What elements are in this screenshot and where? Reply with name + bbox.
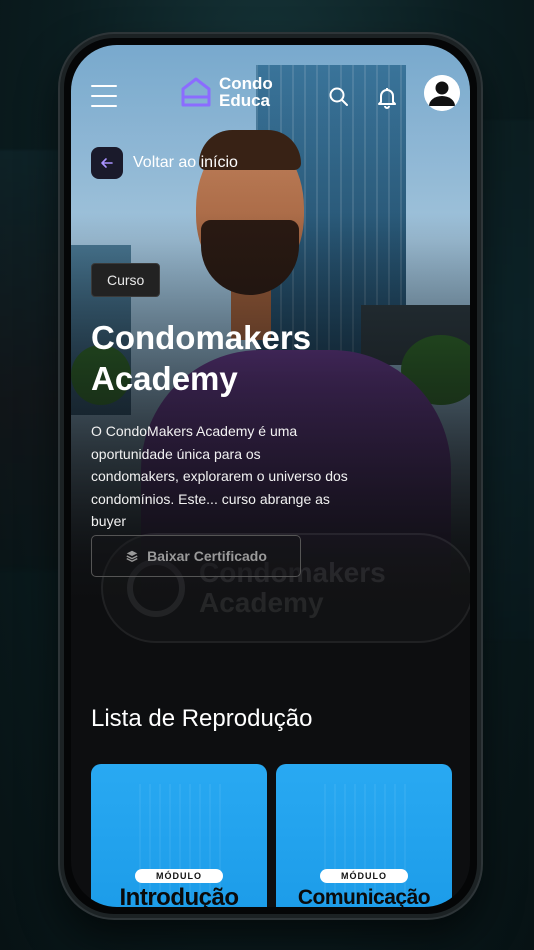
playlist-heading: Lista de Reprodução [91, 705, 313, 732]
course-title: Condomakers Academy [91, 319, 312, 397]
back-button-box [91, 147, 123, 179]
background-poster-right [474, 120, 534, 640]
app-stage: Condo Educa Voltar ao início Curso Condo… [0, 0, 534, 950]
phone-screen: Condo Educa Voltar ao início Curso Condo… [71, 45, 470, 907]
brand-logo[interactable]: Condo Educa [179, 75, 273, 109]
course-description: O CondoMakers Academy é uma oportunidade… [91, 423, 348, 529]
profile-button[interactable] [424, 75, 460, 111]
notifications-button[interactable] [375, 85, 399, 109]
module-badge: MÓDULO [135, 869, 223, 883]
arrow-left-icon [101, 158, 113, 168]
layers-icon [126, 550, 138, 562]
download-certificate-button[interactable]: Baixar Certificado [91, 535, 301, 577]
menu-line [91, 95, 117, 97]
module-card[interactable]: MÓDULO Introdução [91, 764, 267, 907]
course-type-badge: Curso [91, 263, 161, 297]
module-card[interactable]: MÓDULO Comunicação [276, 764, 452, 907]
menu-line [91, 105, 117, 107]
bell-icon [378, 88, 396, 109]
search-icon [329, 87, 348, 106]
back-label: Voltar ao início [133, 154, 238, 171]
phone-frame: Condo Educa Voltar ao início Curso Condo… [60, 34, 481, 918]
search-button[interactable] [327, 85, 351, 109]
brand-line-1: Condo [219, 74, 273, 93]
menu-line [91, 85, 117, 87]
module-title: Introdução [119, 884, 240, 907]
module-title: Comunicação [297, 886, 431, 907]
menu-button[interactable] [91, 85, 117, 107]
user-avatar-icon [424, 75, 460, 111]
house-logo-icon [181, 77, 211, 107]
brand-name: Condo Educa [219, 75, 273, 109]
certificate-button-label: Baixar Certificado [147, 548, 267, 564]
module-badge: MÓDULO [320, 869, 408, 883]
top-header: Condo Educa [71, 45, 470, 145]
brand-line-2: Educa [219, 91, 271, 110]
back-to-home-link[interactable]: Voltar ao início [91, 147, 238, 179]
